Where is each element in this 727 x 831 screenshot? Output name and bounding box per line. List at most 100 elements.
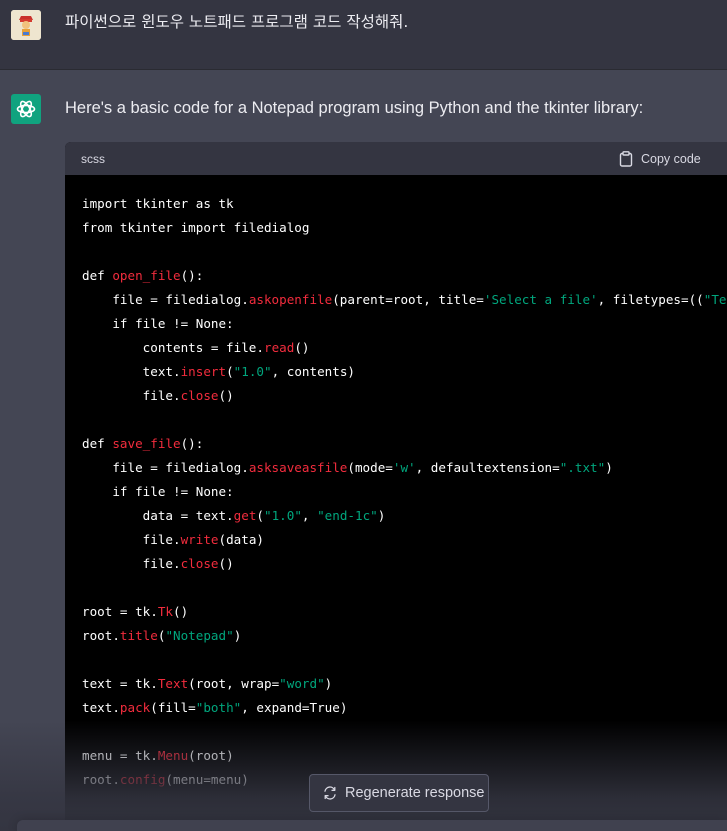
- code-line: import tkinter as tk: [82, 192, 234, 216]
- code-token: if file != None:: [82, 316, 234, 331]
- code-token: (): [218, 388, 234, 403]
- code-token: config: [119, 772, 166, 787]
- code-token: ():: [180, 268, 204, 283]
- code-line: contents = file.read(): [82, 336, 310, 360]
- code-line: file = filedialog.asksaveasfile(mode='w'…: [82, 456, 613, 480]
- code-token: ): [233, 628, 242, 643]
- code-line: menu = tk.Menu(root): [82, 744, 234, 768]
- code-token: from tkinter import filedialog: [82, 220, 310, 235]
- code-token: (menu=menu): [165, 772, 249, 787]
- code-line: if file != None:: [82, 312, 234, 336]
- code-token: root = tk.: [82, 604, 158, 619]
- code-body: import tkinter as tk from tkinter import …: [65, 175, 727, 831]
- code-token: (: [256, 508, 264, 523]
- code-token: file.: [82, 556, 181, 571]
- code-line: root = tk.Tk(): [82, 600, 188, 624]
- copy-code-label: Copy code: [641, 152, 701, 166]
- code-language-label: scss: [81, 152, 105, 166]
- code-line: from tkinter import filedialog: [82, 216, 309, 240]
- code-line: root.title("Notepad"): [82, 624, 241, 648]
- code-token: 'w': [392, 460, 416, 475]
- code-line: text.insert("1.0", contents): [82, 360, 355, 384]
- code-token: (): [218, 556, 234, 571]
- code-token: file = filedialog.: [82, 460, 249, 475]
- code-token: pack: [119, 700, 151, 715]
- code-line: root.config(menu=menu): [82, 768, 249, 792]
- openai-logo-icon: [11, 94, 41, 124]
- code-line: file.close(): [82, 384, 234, 408]
- code-token: "Notepad": [165, 628, 234, 643]
- code-block-header: scss Copy code: [65, 142, 727, 175]
- code-token: (): [294, 340, 310, 355]
- code-token: (fill=: [150, 700, 196, 715]
- code-token: 'Select a file': [483, 292, 598, 307]
- code-token: "both": [195, 700, 242, 715]
- code-line: text.pack(fill="both", expand=True): [82, 696, 347, 720]
- clipboard-icon: [619, 151, 633, 167]
- code-token: open_file: [112, 268, 181, 283]
- code-line: data = text.get("1.0", "end-1c"): [82, 504, 386, 528]
- code-token: menu = tk.: [82, 748, 158, 763]
- code-token: import tkinter as tk: [82, 196, 234, 211]
- code-token: "end-1c": [317, 508, 378, 523]
- code-line: def save_file():: [82, 432, 203, 456]
- code-block: scss Copy code import tkinter as tk from …: [65, 142, 727, 831]
- code-line: file.write(data): [82, 528, 264, 552]
- code-token: (root): [188, 748, 234, 763]
- code-token: text.: [82, 700, 120, 715]
- refresh-icon: [323, 786, 337, 800]
- code-token: (): [173, 604, 189, 619]
- code-token: root.: [82, 628, 120, 643]
- code-token: (mode=: [347, 460, 393, 475]
- code-token: insert: [180, 364, 227, 379]
- user-message-row: 파이썬으로 윈도우 노트패드 프로그램 코드 작성해줘.: [0, 0, 727, 70]
- code-line: if file != None:: [82, 480, 234, 504]
- code-token: , contents): [271, 364, 355, 379]
- code-token: if file != None:: [82, 484, 234, 499]
- code-token: askopenfile: [248, 292, 333, 307]
- code-token: text.: [82, 364, 181, 379]
- code-line: file.close(): [82, 552, 234, 576]
- code-token: ): [605, 460, 613, 475]
- code-token: (: [226, 364, 234, 379]
- code-token: "1.0": [233, 364, 272, 379]
- code-token: asksaveasfile: [248, 460, 348, 475]
- code-token: ): [377, 508, 386, 523]
- code-token: def: [82, 436, 113, 451]
- code-token: , defaultextension=: [415, 460, 560, 475]
- code-token: data = text.: [82, 508, 234, 523]
- code-token: (root, wrap=: [188, 676, 280, 691]
- code-token: get: [233, 508, 257, 523]
- code-token: , expand=True): [241, 700, 348, 715]
- copy-code-button[interactable]: Copy code: [619, 149, 701, 169]
- code-token: root.: [82, 772, 120, 787]
- code-token: text = tk.: [82, 676, 158, 691]
- code-token: , filetypes=((: [597, 292, 704, 307]
- user-message-text: 파이썬으로 윈도우 노트패드 프로그램 코드 작성해줘.: [65, 13, 409, 31]
- code-line: file = filedialog.askopenfile(parent=roo…: [82, 288, 727, 312]
- code-token: "word": [279, 676, 325, 691]
- code-line: text = tk.Text(root, wrap="word"): [82, 672, 332, 696]
- code-token: (data): [218, 532, 265, 547]
- code-token: def: [82, 268, 113, 283]
- code-token: ): [324, 676, 333, 691]
- code-token: ,: [301, 508, 318, 523]
- code-token: title: [119, 628, 158, 643]
- regenerate-response-button[interactable]: Regenerate response: [309, 774, 489, 812]
- code-token: close: [180, 556, 219, 571]
- code-token: Text: [157, 676, 189, 691]
- code-token: file.: [82, 388, 181, 403]
- code-token: contents = file.: [82, 340, 264, 355]
- chat-input-bar[interactable]: [17, 820, 727, 831]
- assistant-intro-text: Here's a basic code for a Notepad progra…: [65, 99, 644, 117]
- assistant-message-row: Here's a basic code for a Notepad progra…: [0, 70, 727, 831]
- code-token: Menu: [157, 748, 189, 763]
- code-token: "Text files": [703, 292, 727, 307]
- code-token: ".txt": [559, 460, 606, 475]
- code-token: read: [263, 340, 295, 355]
- code-token: (parent=root, title=: [332, 292, 484, 307]
- code-token: file.: [82, 532, 181, 547]
- code-token: "1.0": [264, 508, 302, 523]
- code-token: save_file: [112, 436, 181, 451]
- code-line: def open_file():: [82, 264, 203, 288]
